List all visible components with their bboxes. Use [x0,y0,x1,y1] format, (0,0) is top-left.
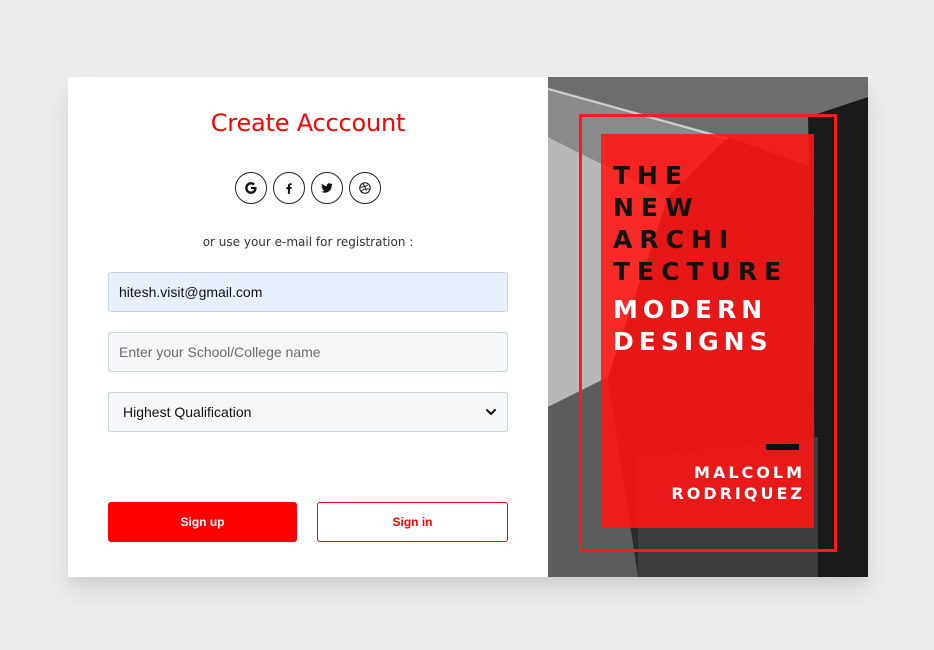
poster-heading-line: NEW [613,193,700,222]
poster-subheading-line: DESIGNS [613,327,773,356]
facebook-login-button[interactable] [273,172,305,204]
qualification-select[interactable]: Highest Qualification [108,392,508,432]
dribbble-login-button[interactable] [349,172,381,204]
registration-hint: or use your e-mail for registration : [202,235,414,249]
poster-author-line: RODRIQUEZ [671,484,805,503]
poster-heading-line: ARCHI [613,225,736,254]
poster-author: MALCOLM RODRIQUEZ [671,462,805,504]
poster-subheading: MODERN DESIGNS [613,294,773,358]
poster: THE NEW ARCHI TECTURE MODERN DESIGNS MAL… [601,134,814,528]
poster-heading-line: TECTURE [613,257,789,286]
email-field[interactable] [108,272,508,312]
poster-heading-line: THE [613,161,690,190]
poster-heading: THE NEW ARCHI TECTURE [613,160,788,288]
sign-up-button[interactable]: Sign up [108,502,297,542]
poster-subheading-line: MODERN [613,295,768,324]
twitter-login-button[interactable] [311,172,343,204]
poster-divider [766,444,799,450]
sign-in-button[interactable]: Sign in [317,502,508,542]
qualification-selected-value: Highest Qualification [123,404,252,420]
chevron-down-icon [486,409,496,415]
dribbble-icon [359,182,371,194]
poster-author-line: MALCOLM [694,463,805,482]
google-icon [245,182,257,194]
twitter-icon [321,183,333,193]
school-name-field[interactable] [108,332,508,372]
facebook-icon [286,183,292,194]
register-card: Create Acccount or use your e-mail for r… [68,77,868,577]
form-panel: Create Acccount or use your e-mail for r… [68,77,548,577]
promo-image-panel: THE NEW ARCHI TECTURE MODERN DESIGNS MAL… [548,77,868,577]
page-title: Create Acccount [210,109,406,137]
social-login-row [235,172,381,204]
google-login-button[interactable] [235,172,267,204]
